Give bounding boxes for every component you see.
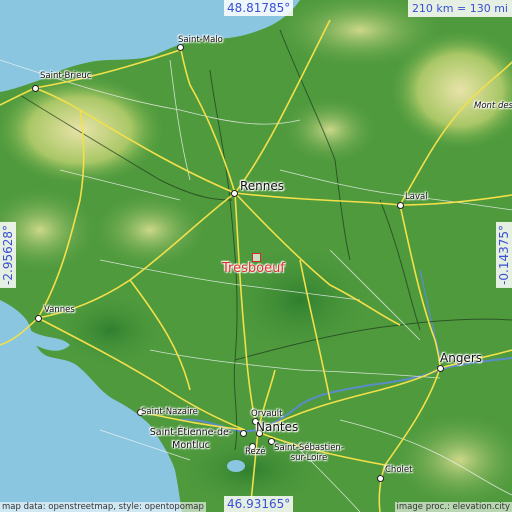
city-label-vannes[interactable]: Vannes <box>44 306 75 315</box>
city-dot-saint-brieuc <box>32 85 39 92</box>
attribution-map-data: map data: openstreetmap, style: opentopo… <box>0 501 206 512</box>
city-label-saint-malo[interactable]: Saint-Malo <box>178 36 223 45</box>
map-scale: 210 km = 130 mi <box>407 0 512 17</box>
city-label-saint-etienne-text: Saint-Étienne-de-Montluc <box>149 427 233 451</box>
attribution-image-proc: image proc.: elevation.city <box>394 501 512 512</box>
city-label-saint-etienne-de-montluc[interactable]: Saint-Étienne-de-Montluc <box>137 427 245 453</box>
city-dot-laval <box>397 202 404 209</box>
city-label-laval[interactable]: Laval <box>405 193 428 202</box>
city-label-saint-sebastien-sur-loire[interactable]: Saint-Sébastien-sur-Loire <box>270 443 348 463</box>
location-label[interactable]: Tresboeuf <box>222 261 285 276</box>
coord-right-longitude: -0.14375° <box>496 222 512 288</box>
map-canvas[interactable]: Saint-Malo Saint-Brieuc Rennes Laval Van… <box>0 0 512 512</box>
city-dot-vannes <box>35 315 42 322</box>
city-label-orvault[interactable]: Orvault <box>251 410 283 419</box>
city-label-nantes[interactable]: Nantes <box>256 421 298 433</box>
coord-left-longitude: -2.95628° <box>0 222 16 288</box>
city-label-reze[interactable]: Rezé <box>245 448 265 457</box>
city-dot-saint-malo <box>177 44 184 51</box>
city-label-saint-sebastien-text: Saint-Sébastien-sur-Loire <box>274 443 344 464</box>
city-label-angers[interactable]: Angers <box>440 352 482 364</box>
city-label-rennes[interactable]: Rennes <box>240 180 284 192</box>
city-label-saint-brieuc[interactable]: Saint-Brieuc <box>40 72 91 81</box>
city-label-cholet[interactable]: Cholet <box>385 466 412 475</box>
coord-top-latitude: 48.81785° <box>224 0 294 16</box>
city-dot-cholet <box>377 475 384 482</box>
coord-bottom-latitude: 46.93165° <box>224 496 294 512</box>
city-dot-angers <box>437 365 444 372</box>
peak-label-mont-des-avaloirs[interactable]: Mont des Avaloirs <box>474 102 512 111</box>
city-label-saint-nazaire[interactable]: Saint-Nazaire <box>141 408 198 417</box>
city-dot-rennes <box>231 190 238 197</box>
